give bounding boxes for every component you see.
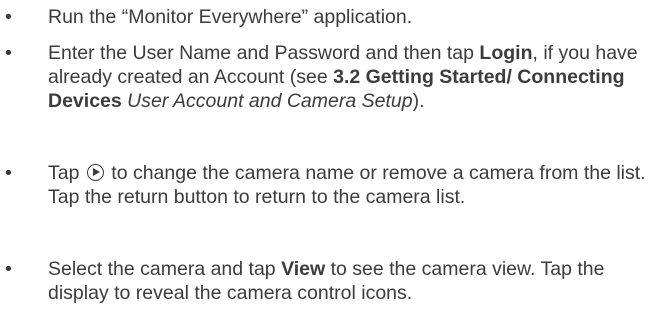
play-circle-icon <box>86 164 104 181</box>
list-item-text: Enter the User Name and Password and the… <box>48 42 638 112</box>
bullet: • <box>5 162 12 184</box>
bullet: • <box>5 6 12 28</box>
view-label: View <box>281 258 326 280</box>
bullet: • <box>5 42 12 64</box>
list-item-text: Run the “Monitor Everywhere” application… <box>48 6 413 28</box>
bullet: • <box>5 258 12 280</box>
login-label: Login <box>479 42 533 64</box>
section-subtitle: User Account and Camera Setup <box>127 90 413 112</box>
instruction-list: • Run the “Monitor Everywhere” applicati… <box>0 0 664 311</box>
list-item-text: Select the camera and tap View to see th… <box>48 258 605 304</box>
list-item-text: Tap to change the camera name or remove … <box>48 162 646 208</box>
